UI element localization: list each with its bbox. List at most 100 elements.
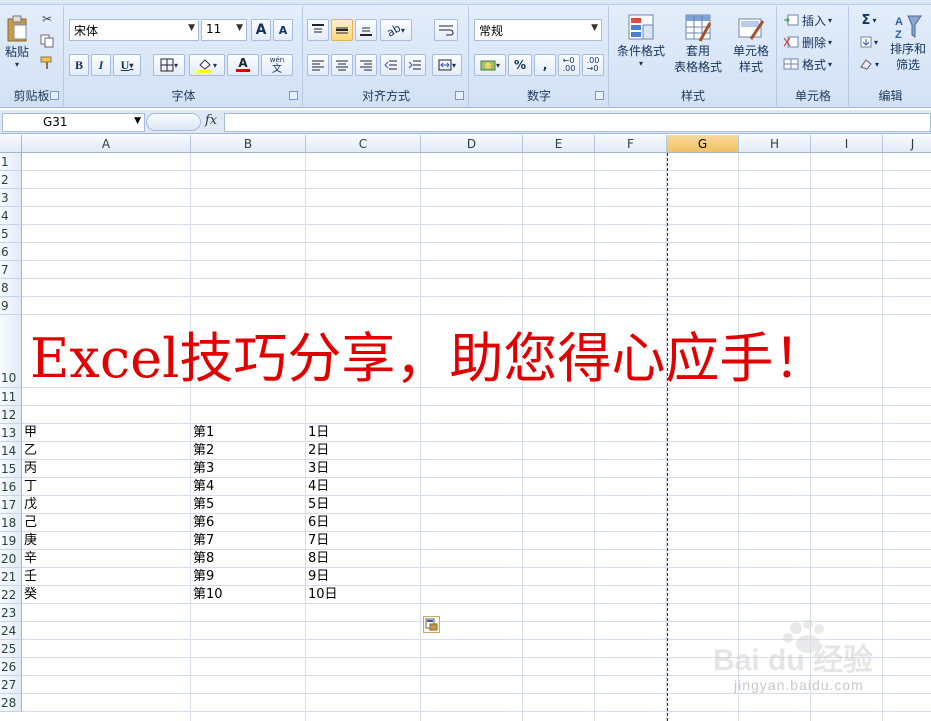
cell-b19[interactable]: 第7 xyxy=(191,532,214,550)
align-left-button[interactable] xyxy=(307,54,329,76)
cell-b13[interactable]: 第1 xyxy=(191,424,214,442)
font-color-button[interactable]: A xyxy=(227,54,259,76)
row-header-3[interactable]: 3 xyxy=(0,189,22,207)
name-box[interactable]: G31 ▼ xyxy=(2,113,145,132)
column-header-j[interactable]: J xyxy=(883,135,931,153)
alignment-launcher[interactable] xyxy=(455,91,464,100)
clear-button[interactable]: ▾ xyxy=(854,54,884,74)
row-header-13[interactable]: 13 xyxy=(0,424,22,442)
format-as-table-button[interactable]: 套用 表格格式 xyxy=(670,8,726,80)
cell-b18[interactable]: 第6 xyxy=(191,514,214,532)
conditional-formatting-button[interactable]: 条件格式 ▾ xyxy=(614,8,668,80)
cell-a16[interactable]: 丁 xyxy=(22,478,37,496)
column-header-i[interactable]: I xyxy=(811,135,883,153)
insert-function-button[interactable]: fx xyxy=(205,113,217,128)
phonetic-button[interactable]: wén 文 xyxy=(261,54,293,76)
row-header-17[interactable]: 17 xyxy=(0,496,22,514)
cell-c16[interactable]: 4日 xyxy=(306,478,329,496)
row-header-25[interactable]: 25 xyxy=(0,640,22,658)
banner-title[interactable]: Excel技巧分享，助您得心应手！ xyxy=(30,327,827,391)
row-header-9[interactable]: 9 xyxy=(0,297,22,315)
cell-a18[interactable]: 己 xyxy=(22,514,37,532)
cell-c15[interactable]: 3日 xyxy=(306,460,329,478)
cell-styles-button[interactable]: 单元格 样式 xyxy=(728,8,774,80)
row-header-28[interactable]: 28 xyxy=(0,694,22,712)
column-header-h[interactable]: H xyxy=(739,135,811,153)
row-header-4[interactable]: 4 xyxy=(0,207,22,225)
row-header-27[interactable]: 27 xyxy=(0,676,22,694)
row-header-8[interactable]: 8 xyxy=(0,279,22,297)
cell-b20[interactable]: 第8 xyxy=(191,550,214,568)
row-header-6[interactable]: 6 xyxy=(0,243,22,261)
font-size-combo[interactable]: 11 ▼ xyxy=(201,19,247,41)
cell-c14[interactable]: 2日 xyxy=(306,442,329,460)
row-header-5[interactable]: 5 xyxy=(0,225,22,243)
cut-button[interactable]: ✂ xyxy=(38,10,56,28)
font-name-combo[interactable]: 宋体 ▼ xyxy=(69,19,199,41)
accounting-button[interactable]: ▾ xyxy=(474,54,506,76)
column-header-c[interactable]: C xyxy=(306,135,421,153)
row-header-22[interactable]: 22 xyxy=(0,586,22,604)
row-header-26[interactable]: 26 xyxy=(0,658,22,676)
cell-b15[interactable]: 第3 xyxy=(191,460,214,478)
formula-input[interactable] xyxy=(224,113,931,132)
align-right-button[interactable] xyxy=(355,54,377,76)
number-format-combo[interactable]: 常规 ▼ xyxy=(474,19,602,41)
row-header-11[interactable]: 11 xyxy=(0,388,22,406)
font-launcher[interactable] xyxy=(289,91,298,100)
cell-c22[interactable]: 10日 xyxy=(306,586,338,604)
insert-cells-button[interactable]: 插入 ▾ xyxy=(782,10,844,30)
row-header-18[interactable]: 18 xyxy=(0,514,22,532)
column-header-d[interactable]: D xyxy=(421,135,523,153)
cell-a22[interactable]: 癸 xyxy=(22,586,37,604)
grow-font-button[interactable]: A xyxy=(251,19,271,41)
column-header-e[interactable]: E xyxy=(523,135,595,153)
underline-button[interactable]: U ▾ xyxy=(113,54,141,76)
row-header-19[interactable]: 19 xyxy=(0,532,22,550)
cell-b22[interactable]: 第10 xyxy=(191,586,223,604)
format-painter-button[interactable] xyxy=(38,54,56,72)
row-header-7[interactable]: 7 xyxy=(0,261,22,279)
row-header-2[interactable]: 2 xyxy=(0,171,22,189)
cell-c18[interactable]: 6日 xyxy=(306,514,329,532)
fill-button[interactable]: ▾ xyxy=(854,32,884,52)
align-middle-button[interactable] xyxy=(331,19,353,41)
row-header-24[interactable]: 24 xyxy=(0,622,22,640)
cell-a15[interactable]: 丙 xyxy=(22,460,37,478)
cell-a13[interactable]: 甲 xyxy=(22,424,37,442)
cell-b17[interactable]: 第5 xyxy=(191,496,214,514)
align-bottom-button[interactable] xyxy=(355,19,377,41)
increase-indent-button[interactable] xyxy=(404,54,426,76)
autosum-button[interactable]: Σ ▾ xyxy=(854,10,884,30)
wrap-text-button[interactable] xyxy=(434,19,458,41)
cell-a20[interactable]: 辛 xyxy=(22,550,37,568)
cell-b14[interactable]: 第2 xyxy=(191,442,214,460)
row-header-21[interactable]: 21 xyxy=(0,568,22,586)
row-header-23[interactable]: 23 xyxy=(0,604,22,622)
shrink-font-button[interactable]: A xyxy=(273,19,293,41)
fill-color-button[interactable]: ▾ xyxy=(189,54,225,76)
paste-button[interactable]: 粘贴 ▾ xyxy=(2,8,32,76)
column-header-b[interactable]: B xyxy=(191,135,306,153)
clipboard-launcher[interactable] xyxy=(50,91,59,100)
comma-button[interactable]: , xyxy=(534,54,556,76)
select-all-corner[interactable] xyxy=(0,135,22,153)
align-center-button[interactable] xyxy=(331,54,353,76)
merge-center-button[interactable]: ▾ xyxy=(432,54,462,76)
number-launcher[interactable] xyxy=(595,91,604,100)
decrease-decimal-button[interactable]: .00 →0 xyxy=(582,54,604,76)
paste-options-button[interactable] xyxy=(423,616,440,633)
sort-filter-button[interactable]: AZ 排序和 筛选 xyxy=(886,8,930,80)
cell-b16[interactable]: 第4 xyxy=(191,478,214,496)
cell-a21[interactable]: 壬 xyxy=(22,568,37,586)
cell-c21[interactable]: 9日 xyxy=(306,568,329,586)
row-header-12[interactable]: 12 xyxy=(0,406,22,424)
column-header-a[interactable]: A xyxy=(22,135,191,153)
decrease-indent-button[interactable] xyxy=(380,54,402,76)
orientation-button[interactable]: ab ▾ xyxy=(380,19,412,41)
borders-button[interactable]: ▾ xyxy=(153,54,185,76)
cell-a19[interactable]: 庚 xyxy=(22,532,37,550)
increase-decimal-button[interactable]: ←0.00 xyxy=(558,54,580,76)
row-header-14[interactable]: 14 xyxy=(0,442,22,460)
percent-button[interactable]: % xyxy=(508,54,532,76)
